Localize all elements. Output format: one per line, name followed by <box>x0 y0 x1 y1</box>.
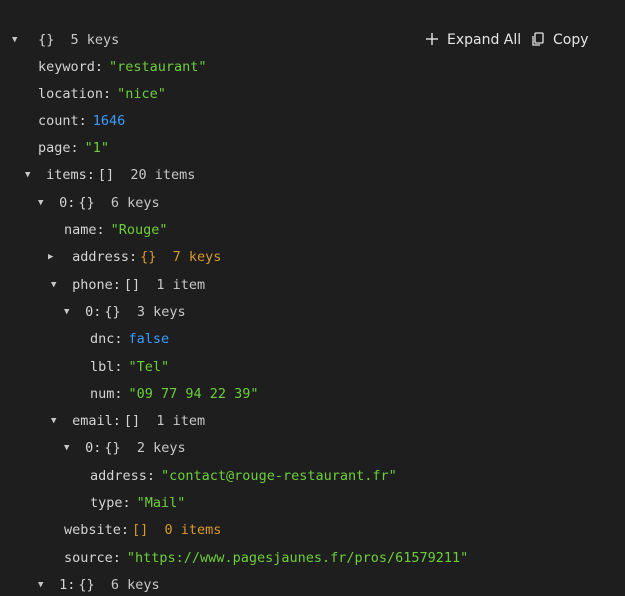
root-brace: {} <box>38 32 55 48</box>
phone-key: phone: <box>72 277 121 293</box>
dnc-value: false <box>128 331 170 347</box>
phone-brace: [] <box>123 277 141 293</box>
expand-all-label: Expand All <box>447 32 522 48</box>
tree-row-items: ▼ items:[] 20 items <box>25 162 195 189</box>
triangle-down-icon[interactable]: ▼ <box>25 162 35 189</box>
lbl-value: "Tel" <box>128 359 170 375</box>
phone-0-brace: {} <box>104 304 121 320</box>
address-count: 7 keys <box>172 249 222 265</box>
tree-row-source: source: "https://www.pagesjaunes.fr/pros/… <box>64 545 468 572</box>
tree-row-email: ▼ email:[] 1 item <box>51 408 205 435</box>
tree-row-lbl: lbl: "Tel" <box>90 354 169 381</box>
phone-0-key: 0: <box>85 304 102 320</box>
name-key: name: <box>64 222 105 238</box>
tree-row-address: ▶ address:{} 7 keys <box>48 244 221 271</box>
item-1-count: 6 keys <box>110 577 160 593</box>
keyword-value: "restaurant" <box>109 59 207 75</box>
tree-row-phone-0: ▼ 0:{} 3 keys <box>64 299 186 326</box>
triangle-down-icon[interactable]: ▼ <box>38 572 48 596</box>
email-type-value: "Mail" <box>136 495 186 511</box>
tree-row-keyword: keyword: "restaurant" <box>38 54 207 81</box>
tree-row-item-1: ▼ 1:{} 6 keys <box>38 572 160 596</box>
email-address-key: address: <box>90 468 156 484</box>
root-count: 5 keys <box>70 32 120 48</box>
email-count: 1 item <box>156 413 206 429</box>
keyword-key: keyword: <box>38 59 104 75</box>
item-1-brace: {} <box>78 577 95 593</box>
copy-icon <box>532 32 544 46</box>
lbl-key: lbl: <box>90 359 123 375</box>
items-key: items: <box>46 167 95 183</box>
items-count: 20 items <box>130 167 196 183</box>
item-0-count: 6 keys <box>110 195 160 211</box>
tree-row-name: name: "Rouge" <box>64 217 168 244</box>
website-brace: [] <box>132 522 149 538</box>
email-0-key: 0: <box>85 440 102 456</box>
triangle-down-icon[interactable]: ▼ <box>12 27 22 54</box>
phone-0-count: 3 keys <box>136 304 186 320</box>
website-count: 0 items <box>164 522 222 538</box>
tree-row-page: page: "1" <box>38 135 109 162</box>
triangle-down-icon[interactable]: ▼ <box>38 190 48 217</box>
triangle-down-icon[interactable]: ▼ <box>51 408 61 435</box>
phone-count: 1 item <box>156 277 206 293</box>
email-brace: [] <box>123 413 141 429</box>
triangle-down-icon[interactable]: ▼ <box>64 435 74 462</box>
tree-row-item-0: ▼ 0:{} 6 keys <box>38 190 160 217</box>
address-brace: {} <box>140 249 157 265</box>
expand-all-button[interactable]: Expand All <box>425 27 521 53</box>
tree-row-email-type: type: "Mail" <box>90 490 185 517</box>
item-0-key: 0: <box>59 195 76 211</box>
copy-button[interactable]: Copy <box>531 27 589 53</box>
source-key: source: <box>64 550 121 566</box>
location-value: "nice" <box>117 86 166 102</box>
name-value: "Rouge" <box>110 222 168 238</box>
page-value: "1" <box>84 140 110 156</box>
triangle-down-icon[interactable]: ▼ <box>51 272 61 299</box>
item-0-brace: {} <box>78 195 95 211</box>
email-type-key: type: <box>90 495 131 511</box>
tree-row-num: num: "09 77 94 22 39" <box>90 381 259 408</box>
plus-icon <box>426 33 438 45</box>
triangle-down-icon[interactable]: ▼ <box>64 299 74 326</box>
website-key: website: <box>64 522 130 538</box>
page-key: page: <box>38 140 79 156</box>
address-key: address: <box>72 249 138 265</box>
copy-label: Copy <box>553 32 589 48</box>
email-address-value: "contact@rouge-restaurant.fr" <box>161 468 397 484</box>
items-brace: [] <box>97 167 115 183</box>
tree-row-phone: ▼ phone:[] 1 item <box>51 272 205 299</box>
dnc-key: dnc: <box>90 331 123 347</box>
tree-row-location: location: "nice" <box>38 81 166 108</box>
count-key: count: <box>38 113 87 129</box>
num-key: num: <box>90 386 123 402</box>
json-viewer: Expand All Copy ▼ {} 5 keys keyword: "res… <box>0 0 625 596</box>
tree-row-email-0: ▼ 0:{} 2 keys <box>64 435 186 462</box>
tree-row-email-address: address: "contact@rouge-restaurant.fr" <box>90 463 397 490</box>
triangle-right-icon[interactable]: ▶ <box>48 244 58 271</box>
tree-row-website: website:[] 0 items <box>64 517 221 544</box>
source-value: "https://www.pagesjaunes.fr/pros/6157921… <box>126 550 469 566</box>
email-key: email: <box>72 413 121 429</box>
num-value: "09 77 94 22 39" <box>128 386 259 402</box>
tree-row-root: ▼ {} 5 keys <box>12 27 119 54</box>
item-1-key: 1: <box>59 577 76 593</box>
location-key: location: <box>38 86 112 102</box>
email-0-count: 2 keys <box>136 440 186 456</box>
email-0-brace: {} <box>104 440 121 456</box>
count-value: 1646 <box>92 113 126 129</box>
tree-row-count: count: 1646 <box>38 108 125 135</box>
tree-row-dnc: dnc: false <box>90 326 169 353</box>
